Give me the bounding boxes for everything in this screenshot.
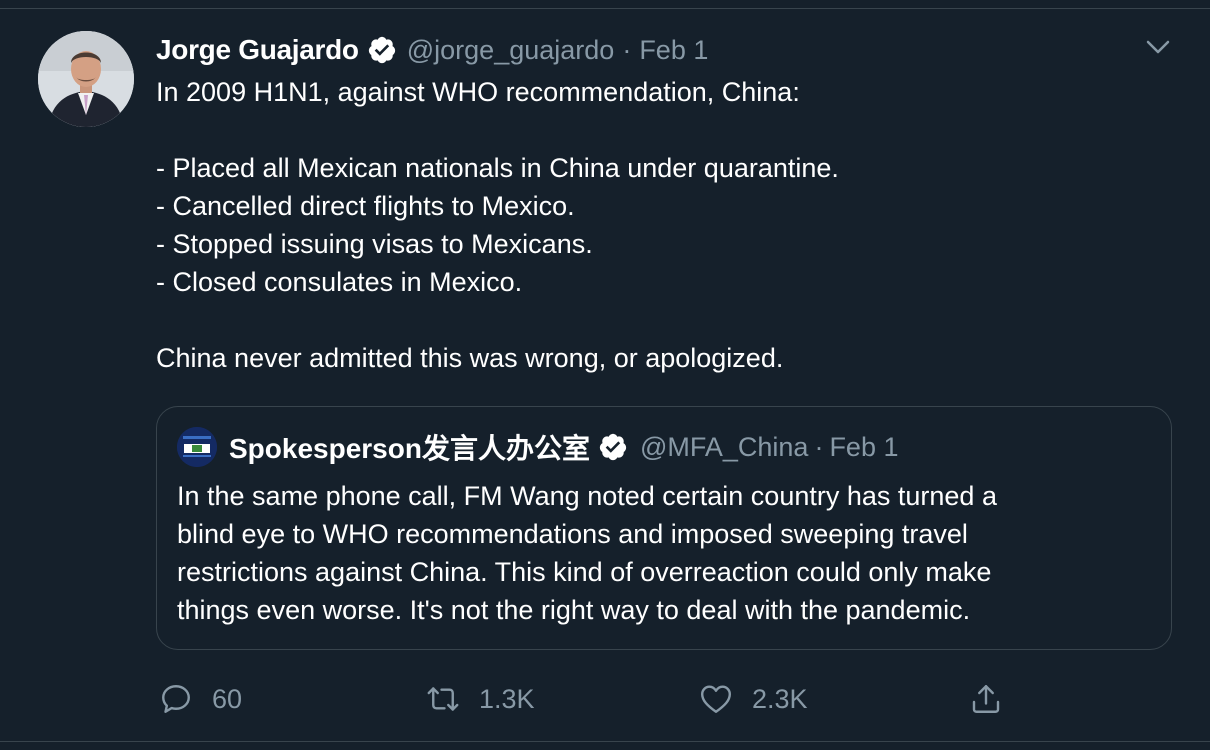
header-separator: · [622, 34, 632, 65]
quoted-line: blind eye to WHO recommendations and imp… [177, 519, 968, 549]
author-handle[interactable]: @jorge_guajardo [407, 35, 615, 66]
chevron-down-icon[interactable] [1144, 37, 1172, 57]
quoted-body: In the same phone call, FM Wang noted ce… [177, 477, 1157, 629]
heart-icon [701, 685, 731, 713]
reply-icon [162, 685, 190, 713]
tweet[interactable]: Jorge Guajardo @jorge_guajardo · Feb 1 I… [0, 9, 1210, 741]
retweet-icon [427, 687, 459, 711]
quoted-line: In the same phone call, FM Wang noted ce… [177, 481, 997, 511]
tweet-line: - Placed all Mexican nationals in China … [156, 153, 839, 183]
quoted-date[interactable]: Feb 1 [829, 432, 898, 463]
retweet-count: 1.3K [479, 683, 535, 714]
bottom-divider [0, 741, 1210, 742]
reply-count: 60 [212, 683, 243, 714]
reply-button[interactable]: 60 [158, 677, 242, 721]
quoted-separator: · [814, 431, 824, 462]
tweet-header: Jorge Guajardo @jorge_guajardo · Feb 1 [156, 33, 708, 67]
like-button[interactable]: 2.3K [698, 677, 808, 721]
author-name[interactable]: Jorge Guajardo [156, 34, 359, 66]
like-count: 2.3K [752, 683, 808, 714]
quoted-tweet[interactable]: Spokesperson发言人办公室 @MFA_China · Feb 1 In… [156, 406, 1172, 650]
tweet-line: - Cancelled direct flights to Mexico. [156, 191, 575, 221]
quoted-header: Spokesperson发言人办公室 @MFA_China · Feb 1 [229, 429, 898, 465]
tweet-body: In 2009 H1N1, against WHO recommendation… [156, 73, 1156, 377]
tweet-line [156, 301, 1156, 339]
tweet-line: - Stopped issuing visas to Mexicans. [156, 229, 593, 259]
quoted-line: restrictions against China. This kind of… [177, 557, 992, 587]
quoted-line: things even worse. It's not the right wa… [177, 595, 971, 625]
tweet-actions: 60 1.3K 2.3K [0, 677, 1210, 721]
tweet-line [156, 111, 1156, 149]
quoted-author-name[interactable]: Spokesperson发言人办公室 [229, 427, 590, 467]
verified-badge-icon [367, 35, 397, 65]
quoted-author-handle[interactable]: @MFA_China [640, 432, 808, 463]
share-button[interactable] [968, 677, 1022, 721]
author-avatar[interactable] [38, 31, 134, 127]
verified-badge-icon [598, 432, 628, 462]
quoted-author-avatar[interactable] [177, 427, 217, 467]
retweet-button[interactable]: 1.3K [425, 677, 535, 721]
tweet-line: - Closed consulates in Mexico. [156, 267, 523, 297]
tweet-line: In 2009 H1N1, against WHO recommendation… [156, 77, 800, 107]
tweet-date[interactable]: Feb 1 [639, 35, 708, 66]
tweet-line: China never admitted this was wrong, or … [156, 343, 784, 373]
share-icon [972, 685, 1000, 713]
